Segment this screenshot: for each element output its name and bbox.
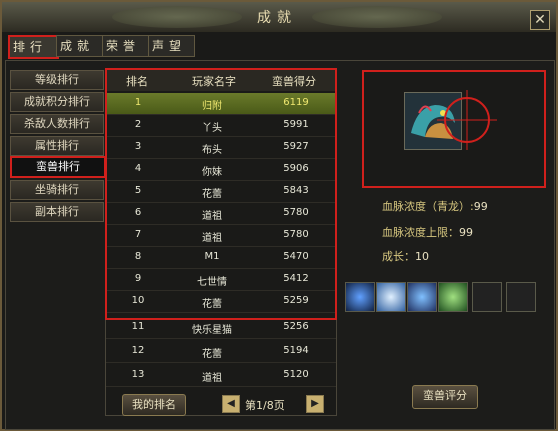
row-rank: 8 bbox=[134, 251, 142, 262]
purity-label: 血脉浓度（青龙）: bbox=[382, 200, 474, 213]
table-row[interactable]: 10 花蕾 5259 bbox=[106, 291, 336, 313]
table-row[interactable]: 7 道祖 5780 bbox=[106, 225, 336, 247]
row-score: 5412 bbox=[283, 273, 309, 284]
row-rank: 10 bbox=[131, 295, 145, 306]
tab-ranking[interactable]: 排行 bbox=[8, 35, 59, 59]
header-rank: 排名 bbox=[126, 75, 148, 88]
tab-honor[interactable]: 荣誉 bbox=[102, 35, 149, 57]
tab-reputation[interactable]: 声望 bbox=[148, 35, 195, 57]
row-score: 5991 bbox=[283, 119, 309, 130]
table-row[interactable]: 11 快乐星猫 5256 bbox=[106, 317, 336, 339]
growth-label: 成长： bbox=[382, 250, 415, 263]
row-name: 丫头 bbox=[202, 123, 222, 134]
row-name: 道祖 bbox=[202, 373, 222, 384]
purity-value: 99 bbox=[473, 200, 488, 213]
sidebar-item-level[interactable]: 等级排行 bbox=[10, 70, 104, 90]
table-row[interactable]: 13 道祖 5120 bbox=[106, 365, 336, 387]
growth-stat: 成长：10 bbox=[382, 248, 429, 264]
row-name: 快乐星猫 bbox=[192, 325, 232, 336]
my-rank-button[interactable]: 我的排名 bbox=[122, 394, 186, 416]
ranking-table: 排名 玩家名字 蛮兽得分 1 归附 6119 2 丫头 5991 3 布头 59… bbox=[105, 68, 337, 416]
title-ornament-left bbox=[112, 6, 242, 28]
growth-value: 10 bbox=[415, 250, 429, 263]
skill-slot-5-empty[interactable] bbox=[472, 282, 502, 312]
skill-slot-1-icon[interactable] bbox=[345, 282, 375, 312]
achievement-window: 成就 ✕ 排行 成就 荣誉 声望 等级排行 成就积分排行 杀敌人数排行 属性排行… bbox=[0, 0, 558, 431]
window-title: 成就 bbox=[257, 10, 297, 26]
row-score: 5194 bbox=[283, 345, 309, 356]
skill-slot-6-empty[interactable] bbox=[506, 282, 536, 312]
page-indicator: 第1/8页 bbox=[245, 399, 285, 412]
row-score: 5780 bbox=[283, 207, 309, 218]
row-name: M1 bbox=[204, 251, 220, 262]
row-name: 归附 bbox=[202, 101, 222, 112]
row-name: 道祖 bbox=[202, 233, 222, 244]
sidebar-item-kills[interactable]: 杀敌人数排行 bbox=[10, 114, 104, 134]
title-ornament-right bbox=[312, 6, 442, 28]
sidebar-item-mount[interactable]: 坐骑排行 bbox=[10, 180, 104, 200]
table-row[interactable]: 12 花蕾 5194 bbox=[106, 341, 336, 363]
title-bar[interactable]: 成就 ✕ bbox=[2, 2, 556, 32]
table-row[interactable]: 3 布头 5927 bbox=[106, 137, 336, 159]
row-rank: 4 bbox=[134, 163, 142, 174]
tab-achievement[interactable]: 成就 bbox=[56, 35, 103, 57]
sidebar-item-attributes[interactable]: 属性排行 bbox=[10, 136, 104, 156]
row-name: 花蕾 bbox=[202, 189, 222, 200]
row-name: 花蕾 bbox=[202, 299, 222, 310]
row-rank: 13 bbox=[131, 369, 145, 380]
header-player-name: 玩家名字 bbox=[192, 75, 236, 88]
prev-page-icon[interactable]: ◀ bbox=[222, 395, 240, 413]
next-page-icon[interactable]: ▶ bbox=[306, 395, 324, 413]
row-score: 5843 bbox=[283, 185, 309, 196]
row-score: 5256 bbox=[283, 321, 309, 332]
row-score: 5259 bbox=[283, 295, 309, 306]
table-row[interactable]: 5 花蕾 5843 bbox=[106, 181, 336, 203]
row-rank: 6 bbox=[134, 207, 142, 218]
purity-max-label: 血脉浓度上限： bbox=[382, 226, 459, 239]
purity-max-stat: 血脉浓度上限：99 bbox=[382, 224, 473, 240]
sidebar-item-beast[interactable]: 蛮兽排行 bbox=[10, 156, 106, 178]
row-rank: 7 bbox=[134, 229, 142, 240]
table-row[interactable]: 1 归附 6119 bbox=[106, 93, 336, 115]
header-beast-score: 蛮兽得分 bbox=[272, 75, 316, 88]
row-score: 5120 bbox=[283, 369, 309, 380]
table-row[interactable]: 2 丫头 5991 bbox=[106, 115, 336, 137]
row-rank: 2 bbox=[134, 119, 142, 130]
skill-slot-3-icon[interactable] bbox=[407, 282, 437, 312]
row-score: 6119 bbox=[283, 97, 309, 108]
target-circle-icon bbox=[437, 90, 497, 150]
sidebar-item-achievement-points[interactable]: 成就积分排行 bbox=[10, 92, 104, 112]
row-rank: 11 bbox=[131, 321, 145, 332]
row-name: 七世情 bbox=[197, 277, 227, 288]
row-score: 5927 bbox=[283, 141, 309, 152]
row-score: 5906 bbox=[283, 163, 309, 174]
table-row[interactable]: 6 道祖 5780 bbox=[106, 203, 336, 225]
table-header: 排名 玩家名字 蛮兽得分 bbox=[106, 69, 336, 91]
table-row[interactable]: 8 M1 5470 bbox=[106, 247, 336, 269]
row-name: 布头 bbox=[202, 145, 222, 156]
row-rank: 3 bbox=[134, 141, 142, 152]
row-score: 5780 bbox=[283, 229, 309, 240]
sidebar-item-dungeon[interactable]: 副本排行 bbox=[10, 202, 104, 222]
row-name: 花蕾 bbox=[202, 349, 222, 360]
row-score: 5470 bbox=[283, 251, 309, 262]
table-row[interactable]: 4 你妹 5906 bbox=[106, 159, 336, 181]
skill-slot-4-icon[interactable] bbox=[438, 282, 468, 312]
row-name: 你妹 bbox=[202, 167, 222, 178]
row-name: 道祖 bbox=[202, 211, 222, 222]
row-rank: 5 bbox=[134, 185, 142, 196]
skill-slot-2-icon[interactable] bbox=[376, 282, 406, 312]
purity-stat: 血脉浓度（青龙）:99 bbox=[382, 198, 488, 214]
row-rank: 12 bbox=[131, 345, 145, 356]
close-button[interactable]: ✕ bbox=[530, 10, 550, 30]
purity-max-value: 99 bbox=[459, 226, 473, 239]
row-rank: 1 bbox=[134, 97, 142, 108]
table-row[interactable]: 9 七世情 5412 bbox=[106, 269, 336, 291]
beast-score-button[interactable]: 蛮兽评分 bbox=[412, 385, 478, 409]
row-rank: 9 bbox=[134, 273, 142, 284]
